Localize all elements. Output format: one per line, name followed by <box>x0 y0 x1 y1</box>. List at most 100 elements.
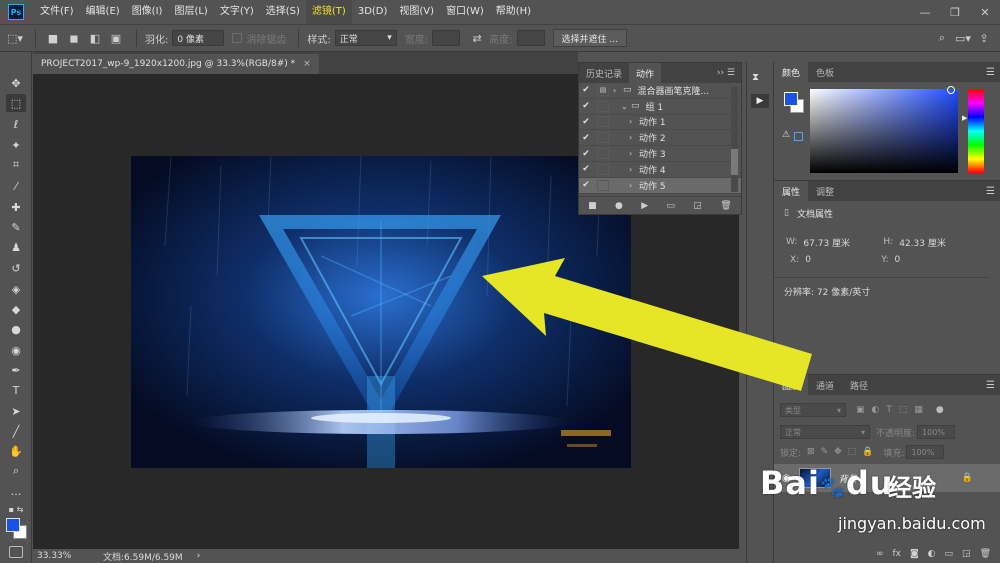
paint-bucket-tool-icon[interactable]: ◆ <box>6 300 26 318</box>
chevron-right-icon[interactable]: › <box>629 117 639 126</box>
line-tool-icon[interactable]: ╱ <box>6 422 26 440</box>
height-input[interactable] <box>516 30 545 46</box>
hue-slider[interactable] <box>968 89 984 173</box>
default-colors-icon[interactable]: ▪ ⇆ <box>6 500 26 518</box>
share-icon[interactable]: ⇪ <box>975 29 993 47</box>
document-tab[interactable]: PROJECT2017_wp-9_1920x1200.jpg @ 33.3%(R… <box>33 54 319 74</box>
menu-item-1[interactable]: 编辑(E) <box>80 0 126 24</box>
chevron-right-icon[interactable]: › <box>629 165 639 174</box>
chevron-right-icon[interactable]: › <box>629 133 639 142</box>
layer-filter-select[interactable]: 类型 ▾ <box>780 403 846 417</box>
menu-item-6[interactable]: 滤镜(T) <box>305 0 352 24</box>
magic-wand-tool-icon[interactable]: ✦ <box>6 136 26 154</box>
restore-button[interactable]: ❐ <box>940 0 970 24</box>
close-button[interactable]: ✕ <box>970 0 1000 24</box>
y-value[interactable]: 0 <box>895 255 901 265</box>
subtract-selection-icon[interactable]: ◧ <box>86 29 104 47</box>
dialog-toggle-icon[interactable] <box>597 179 609 191</box>
tab-swatches[interactable]: 色板 <box>808 62 842 82</box>
tab-paths[interactable]: 路径 <box>842 375 876 395</box>
marquee-preset-icon[interactable]: ⬚▾ <box>6 29 24 47</box>
status-menu-arrow-icon[interactable]: › <box>197 551 201 561</box>
menu-item-3[interactable]: 图层(L) <box>168 0 213 24</box>
dialog-toggle-icon[interactable] <box>597 148 609 160</box>
minimize-button[interactable]: — <box>910 0 940 24</box>
menu-item-10[interactable]: 帮助(H) <box>490 0 537 24</box>
zoom-level[interactable]: 33.33% <box>37 551 97 561</box>
panel-menu-icon[interactable]: ☰ <box>986 380 1000 391</box>
dialog-toggle-icon[interactable]: ▤ <box>597 84 609 96</box>
dialog-toggle-icon[interactable] <box>597 116 609 128</box>
tab-history[interactable]: 历史记录 <box>579 63 629 83</box>
action-row[interactable]: ✔ › 动作 4 <box>579 162 741 178</box>
panel-menu-icon[interactable]: ›› ☰ <box>711 68 741 78</box>
swap-icon[interactable]: ⇄ <box>468 29 486 47</box>
quick-mask-icon[interactable] <box>9 546 23 558</box>
tab-actions[interactable]: 动作 <box>629 63 662 83</box>
new-action-icon[interactable]: ◲ <box>693 201 702 211</box>
play-icon[interactable]: ▶ <box>641 201 648 211</box>
search-icon[interactable]: ⌕ <box>933 29 951 47</box>
panel-menu-icon[interactable]: ☰ <box>986 186 1000 197</box>
layer-filter-icons[interactable]: ▣◐T⬚▦ <box>856 405 930 415</box>
menu-item-8[interactable]: 视图(V) <box>393 0 440 24</box>
eraser-tool-icon[interactable]: ◈ <box>6 280 26 298</box>
web-safe-color-icon[interactable] <box>794 132 803 141</box>
lasso-tool-icon[interactable]: ℓ <box>6 115 26 133</box>
history-brush-tool-icon[interactable]: ↺ <box>6 259 26 277</box>
hand-tool-icon[interactable]: ✋ <box>6 442 26 460</box>
chevron-right-icon[interactable]: › <box>629 149 639 158</box>
workspace-icon[interactable]: ▭▾ <box>954 29 972 47</box>
scroll-thumb[interactable] <box>731 149 738 175</box>
trash-icon[interactable]: 🗑 <box>980 549 991 559</box>
tab-color[interactable]: 颜色 <box>774 62 809 82</box>
brush-tool-icon[interactable]: ✎ <box>6 218 26 236</box>
check-icon[interactable]: ✔ <box>579 164 593 174</box>
gamut-warning-icon[interactable]: ⚠ <box>782 130 790 140</box>
menu-item-2[interactable]: 图像(I) <box>126 0 169 24</box>
crop-tool-icon[interactable]: ⌗ <box>6 156 26 174</box>
hue-slider-marker-icon[interactable]: ▶ <box>962 114 967 122</box>
check-icon[interactable]: ✔ <box>579 101 593 111</box>
color-foreground-swatch[interactable] <box>784 92 798 106</box>
menu-item-5[interactable]: 选择(S) <box>260 0 306 24</box>
tab-channels[interactable]: 通道 <box>808 375 842 395</box>
intersect-selection-icon[interactable]: ▣ <box>107 29 125 47</box>
zoom-tool-icon[interactable]: ⌕ <box>6 462 26 480</box>
check-icon[interactable]: ✔ <box>579 180 593 190</box>
color-picker-ring[interactable] <box>947 86 955 94</box>
chevron-right-icon[interactable]: › <box>613 86 623 95</box>
dialog-toggle-icon[interactable] <box>597 132 609 144</box>
clone-stamp-tool-icon[interactable]: ♟ <box>6 238 26 256</box>
marquee-tool-icon[interactable]: ⬚ <box>6 94 26 112</box>
dodge-tool-icon[interactable]: ◉ <box>6 341 26 359</box>
w-value[interactable]: 67.73 厘米 <box>803 236 883 249</box>
tab-adjustments[interactable]: 调整 <box>808 181 842 201</box>
add-selection-icon[interactable]: ◼ <box>65 29 83 47</box>
check-icon[interactable]: ✔ <box>579 85 593 95</box>
close-tab-icon[interactable]: × <box>303 59 311 69</box>
filter-toggle-icon[interactable]: ● <box>936 405 944 415</box>
h-value[interactable]: 42.33 厘米 <box>899 236 946 249</box>
pen-tool-icon[interactable]: ✒ <box>6 361 26 379</box>
adjustment-icon[interactable]: ◐ <box>928 549 936 559</box>
type-tool-icon[interactable]: T <box>6 381 26 399</box>
x-value[interactable]: 0 <box>805 255 881 265</box>
action-row[interactable]: ✔ › 动作 3 <box>579 146 741 162</box>
menu-item-0[interactable]: 文件(F) <box>34 0 80 24</box>
new-set-icon[interactable]: ▭ <box>667 201 676 211</box>
new-selection-icon[interactable]: ■ <box>44 29 62 47</box>
actions-panel-icon[interactable]: ▶ <box>751 94 769 108</box>
color-picker-field[interactable] <box>810 86 958 173</box>
more-tools-icon[interactable]: … <box>6 482 26 500</box>
tab-layers[interactable]: 图层 <box>774 375 809 395</box>
action-row[interactable]: ✔ › 动作 2 <box>579 130 741 147</box>
dialog-toggle-icon[interactable] <box>597 163 609 175</box>
foreground-color-swatch[interactable] <box>6 518 20 532</box>
history-panel-icon[interactable]: ⧗ <box>752 72 759 83</box>
menu-item-9[interactable]: 窗口(W) <box>440 0 490 24</box>
check-icon[interactable]: ✔ <box>579 133 593 143</box>
group-icon[interactable]: ▭ <box>945 549 954 559</box>
document-image[interactable] <box>131 156 631 468</box>
panel-menu-icon[interactable]: ☰ <box>986 67 1000 78</box>
